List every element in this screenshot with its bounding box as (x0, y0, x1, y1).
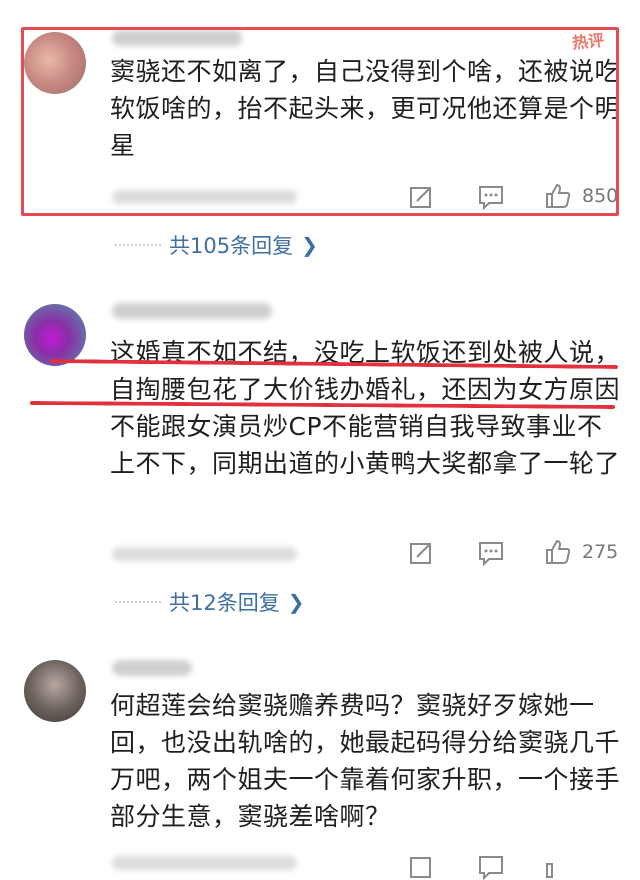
comment-meta (112, 547, 297, 561)
share-button[interactable] (408, 854, 434, 880)
comment-icon (479, 542, 503, 566)
comment-button[interactable] (477, 540, 505, 566)
comment-text: 何超莲会给窦骁赡养费吗？窦骁好歹嫁她一回，也没出轨啥的，她最起码得分给窦骁几千万… (110, 691, 621, 831)
share-icon (410, 857, 431, 878)
comment-list-screen: { "comments": [ { "text": "窦骁还不如离了，自己没得到… (0, 0, 640, 880)
highlight-box (21, 27, 619, 216)
replies-link[interactable]: 共105条回复 ❯ (115, 230, 318, 260)
like-button[interactable]: 275 (544, 538, 618, 566)
divider (115, 244, 161, 246)
thumb-up-icon (546, 863, 553, 878)
replies-count: 共105条回复 (169, 234, 294, 258)
like-count: 275 (582, 541, 619, 563)
comment-button[interactable] (477, 854, 505, 880)
share-icon (410, 543, 431, 564)
like-button[interactable] (544, 852, 572, 880)
thumb-up-icon (546, 539, 571, 564)
replies-link[interactable]: 共12条回复 ❯ (115, 587, 305, 617)
username[interactable] (112, 303, 272, 319)
avatar[interactable] (24, 660, 86, 722)
share-button[interactable] (408, 540, 434, 566)
divider (115, 601, 161, 603)
username[interactable] (112, 660, 192, 676)
avatar[interactable] (24, 304, 86, 366)
comment-icon (479, 856, 503, 880)
replies-count: 共12条回复 (169, 591, 280, 615)
chevron-right-icon: ❯ (301, 233, 318, 257)
chevron-right-icon: ❯ (287, 590, 305, 614)
